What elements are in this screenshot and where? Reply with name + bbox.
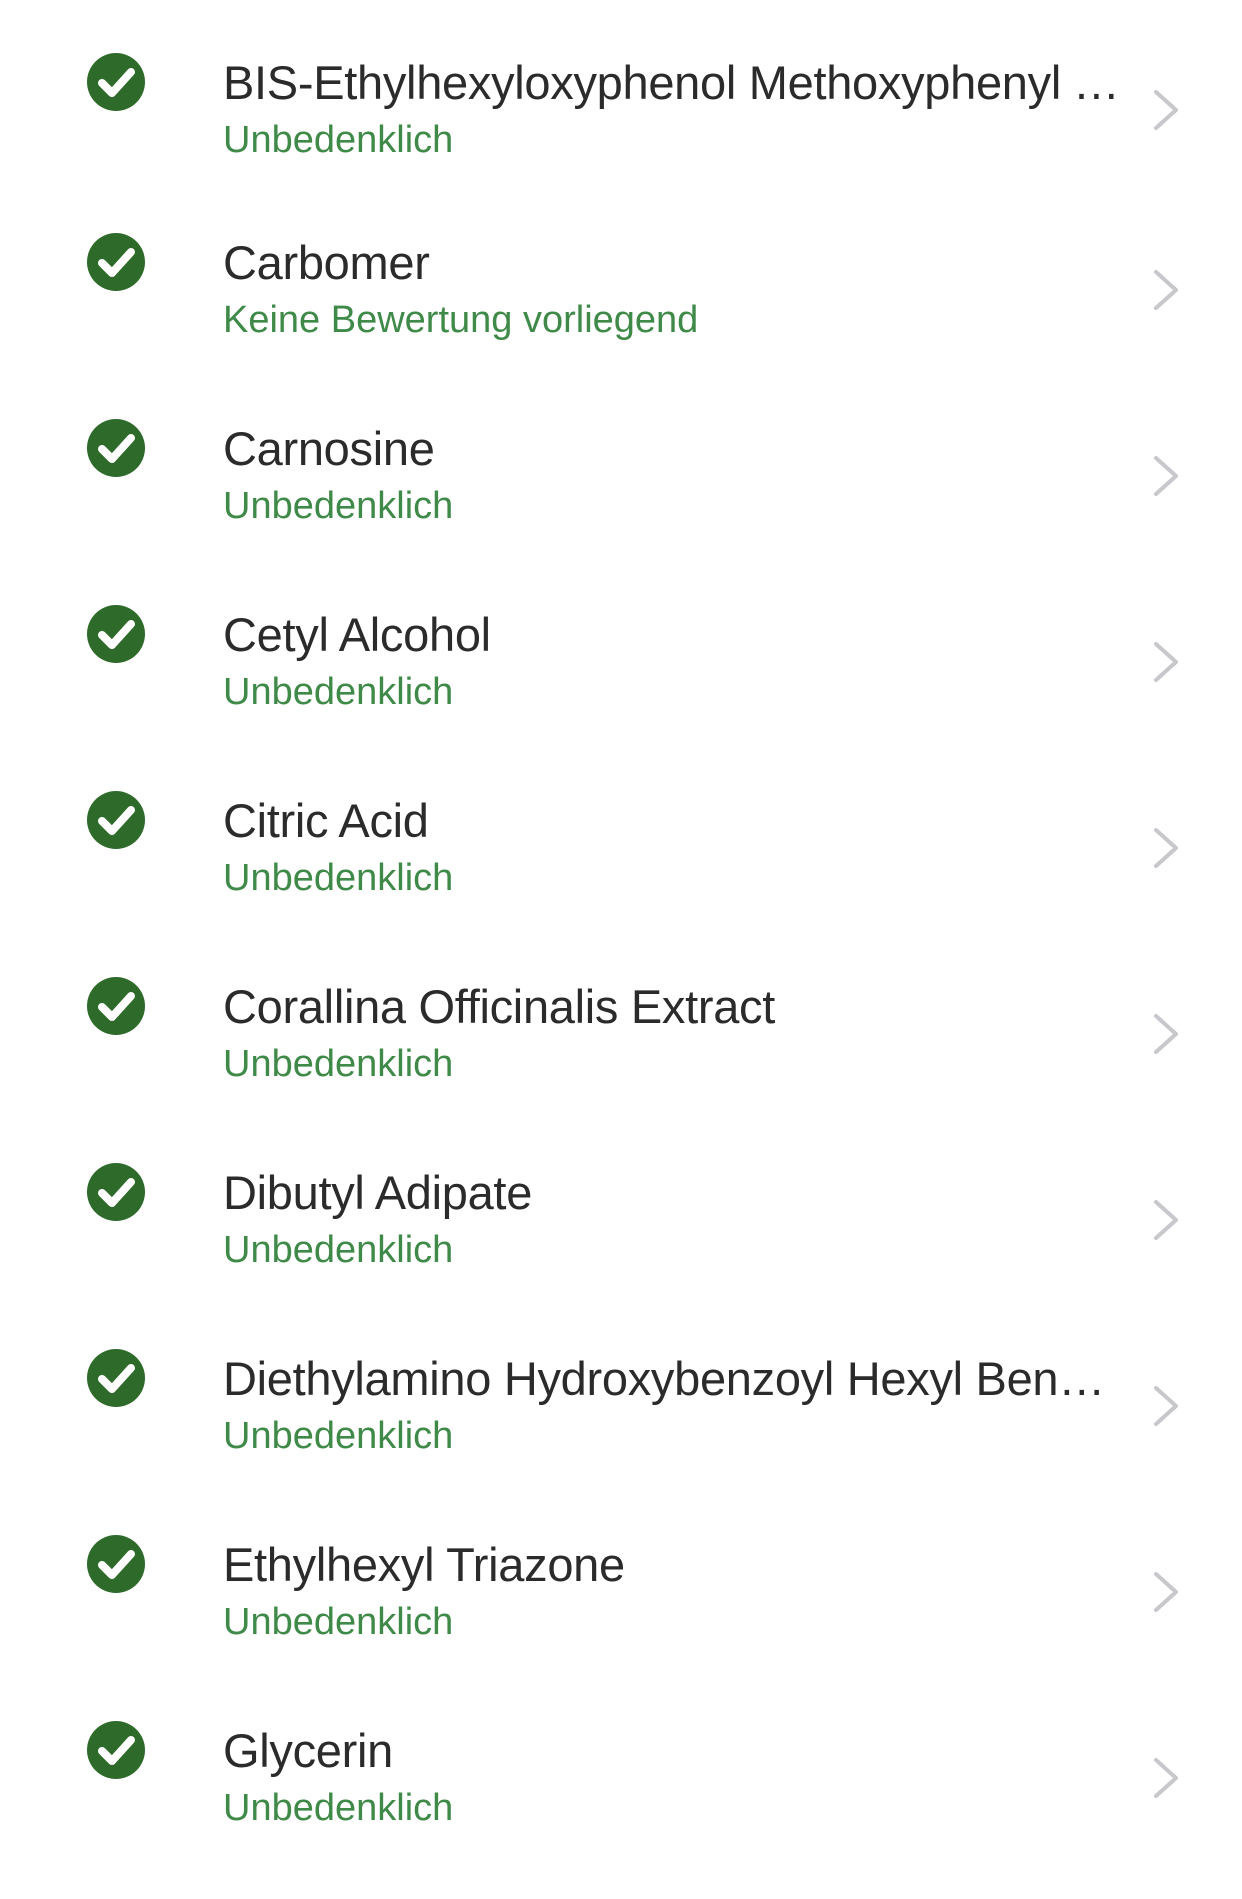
chevron-right-icon: [1154, 1014, 1178, 1054]
ingredient-status: Unbedenklich: [223, 1415, 454, 1457]
ingredient-row[interactable]: Carnosine Unbedenklich: [0, 366, 1242, 552]
check-circle-icon: [87, 605, 145, 663]
ingredient-status: Unbedenklich: [223, 671, 454, 713]
ingredient-name: Carbomer: [223, 236, 430, 289]
ingredient-name: BIS-Ethylhexyloxyphenol Methoxyphenyl Tr…: [223, 56, 1123, 109]
chevron-right-icon: [1154, 828, 1178, 868]
ingredient-status: Unbedenklich: [223, 1229, 454, 1271]
ingredient-status: Unbedenklich: [223, 1601, 454, 1643]
check-circle-icon: [87, 1535, 145, 1593]
ingredient-name: Dibutyl Adipate: [223, 1166, 533, 1219]
ingredient-row[interactable]: Glycerin Unbedenklich: [0, 1668, 1242, 1854]
ingredient-row[interactable]: Citric Acid Unbedenklich: [0, 738, 1242, 924]
check-circle-icon: [87, 419, 145, 477]
chevron-right-icon: [1154, 1572, 1178, 1612]
chevron-right-icon: [1154, 270, 1178, 310]
check-circle-icon: [87, 1721, 145, 1779]
ingredient-row[interactable]: BIS-Ethylhexyloxyphenol Methoxyphenyl Tr…: [0, 0, 1242, 180]
chevron-right-icon: [1154, 1758, 1178, 1798]
ingredient-list: BIS-Ethylhexyloxyphenol Methoxyphenyl Tr…: [0, 0, 1242, 1854]
ingredient-status: Unbedenklich: [223, 1787, 454, 1829]
check-circle-icon: [87, 53, 145, 111]
ingredient-name: Citric Acid: [223, 794, 429, 847]
ingredient-row[interactable]: Corallina Officinalis Extract Unbedenkli…: [0, 924, 1242, 1110]
check-circle-icon: [87, 1349, 145, 1407]
ingredient-status: Unbedenklich: [223, 857, 454, 899]
ingredient-row[interactable]: Ethylhexyl Triazone Unbedenklich: [0, 1482, 1242, 1668]
ingredient-row[interactable]: Diethylamino Hydroxybenzoyl Hexyl Benzoa…: [0, 1296, 1242, 1482]
check-circle-icon: [87, 233, 145, 291]
ingredient-row[interactable]: Dibutyl Adipate Unbedenklich: [0, 1110, 1242, 1296]
ingredient-status: Keine Bewertung vorliegend: [223, 299, 699, 341]
chevron-right-icon: [1154, 1386, 1178, 1426]
ingredient-name: Diethylamino Hydroxybenzoyl Hexyl Benzoa…: [223, 1352, 1123, 1405]
ingredient-row[interactable]: Cetyl Alcohol Unbedenklich: [0, 552, 1242, 738]
check-circle-icon: [87, 791, 145, 849]
ingredient-status: Unbedenklich: [223, 119, 454, 161]
chevron-right-icon: [1154, 90, 1178, 130]
check-circle-icon: [87, 977, 145, 1035]
check-circle-icon: [87, 1163, 145, 1221]
chevron-right-icon: [1154, 642, 1178, 682]
ingredient-name: Cetyl Alcohol: [223, 608, 491, 661]
ingredient-row[interactable]: Carbomer Keine Bewertung vorliegend: [0, 180, 1242, 366]
ingredient-name: Corallina Officinalis Extract: [223, 980, 776, 1033]
chevron-right-icon: [1154, 456, 1178, 496]
ingredient-name: Ethylhexyl Triazone: [223, 1538, 625, 1591]
chevron-right-icon: [1154, 1200, 1178, 1240]
ingredient-status: Unbedenklich: [223, 485, 454, 527]
ingredient-name: Carnosine: [223, 422, 435, 475]
ingredient-name: Glycerin: [223, 1724, 393, 1777]
ingredient-status: Unbedenklich: [223, 1043, 454, 1085]
